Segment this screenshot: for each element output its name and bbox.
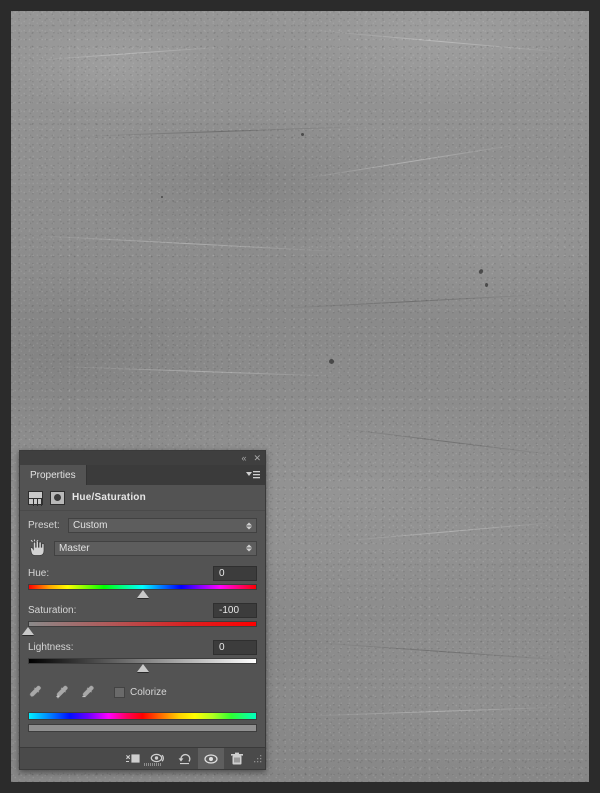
clip-to-layer-button[interactable] xyxy=(120,748,146,769)
eye-icon xyxy=(204,753,218,764)
lightness-slider-thumb[interactable] xyxy=(136,664,149,672)
saturation-slider-track[interactable] xyxy=(28,621,257,627)
eyedropper-minus-icon[interactable] xyxy=(80,684,96,700)
chevron-updown-icon[interactable] xyxy=(246,522,252,529)
saturation-label: Saturation: xyxy=(28,605,77,616)
adjustment-header: Hue/Saturation xyxy=(20,485,265,511)
hue-slider-thumb[interactable] xyxy=(136,590,149,598)
panel-footer-toolbar[interactable] xyxy=(20,747,265,769)
channel-value: Master xyxy=(59,542,90,554)
clip-to-layer-indicator xyxy=(144,763,162,766)
colorize-label: Colorize xyxy=(130,686,167,698)
photoshop-window: « ✕ Properties Hue/Saturation Preset: Cu… xyxy=(0,0,600,793)
collapse-panel-icon[interactable]: « xyxy=(241,453,246,463)
close-icon[interactable]: ✕ xyxy=(253,453,261,463)
clip-to-layer-icon xyxy=(126,753,141,763)
lightness-slider-group: Lightness: 0 xyxy=(28,639,257,673)
hue-spectrum-bar xyxy=(28,712,257,720)
panel-titlebar[interactable]: « ✕ xyxy=(20,451,265,465)
properties-panel[interactable]: « ✕ Properties Hue/Saturation Preset: Cu… xyxy=(19,450,266,770)
eyedropper-tools-row: Colorize xyxy=(28,681,257,703)
reset-arrow-icon xyxy=(178,753,191,764)
preset-select[interactable]: Custom xyxy=(68,518,257,533)
hue-range-controls xyxy=(28,712,257,732)
panel-tab-bar[interactable]: Properties xyxy=(20,465,265,485)
eyedropper-plus-icon[interactable] xyxy=(54,684,70,700)
saturation-slider-thumb[interactable] xyxy=(22,627,34,635)
toggle-visibility-button[interactable] xyxy=(198,748,224,769)
eyedropper-icon[interactable] xyxy=(28,684,44,700)
preset-label: Preset: xyxy=(28,520,60,531)
lightness-label: Lightness: xyxy=(28,642,74,653)
targeted-adjustment-hand-icon[interactable] xyxy=(28,539,48,557)
resize-grip-icon xyxy=(254,754,262,762)
saturation-slider-group: Saturation: -100 xyxy=(22,602,257,636)
preset-value: Custom xyxy=(73,520,108,531)
hue-slider[interactable] xyxy=(28,584,257,599)
channel-select[interactable]: Master xyxy=(54,540,257,556)
delete-button[interactable] xyxy=(224,748,250,769)
reset-button[interactable] xyxy=(172,748,198,769)
layers-icon[interactable] xyxy=(28,490,43,506)
hue-range-bar[interactable] xyxy=(28,724,257,732)
saturation-value-input[interactable]: -100 xyxy=(213,603,257,618)
colorize-control[interactable]: Colorize xyxy=(114,686,167,698)
adjustment-title: Hue/Saturation xyxy=(72,492,146,503)
tab-properties-label: Properties xyxy=(30,469,76,481)
lightness-slider[interactable] xyxy=(28,658,257,673)
preset-row: Preset: Custom xyxy=(28,518,257,533)
saturation-slider[interactable] xyxy=(22,621,257,636)
panel-menu-icon[interactable] xyxy=(246,470,260,480)
colorize-checkbox[interactable] xyxy=(114,686,125,698)
hue-label: Hue: xyxy=(28,568,50,579)
chevron-updown-icon[interactable] xyxy=(246,544,252,552)
channel-row: Master xyxy=(28,539,257,557)
hue-value-input[interactable]: 0 xyxy=(213,566,257,581)
tab-properties[interactable]: Properties xyxy=(20,465,87,485)
hue-saturation-icon[interactable] xyxy=(50,490,65,505)
hue-slider-group: Hue: 0 xyxy=(28,565,257,599)
resize-grip[interactable] xyxy=(251,753,263,765)
trash-icon xyxy=(231,752,243,764)
lightness-value-input[interactable]: 0 xyxy=(213,640,257,655)
